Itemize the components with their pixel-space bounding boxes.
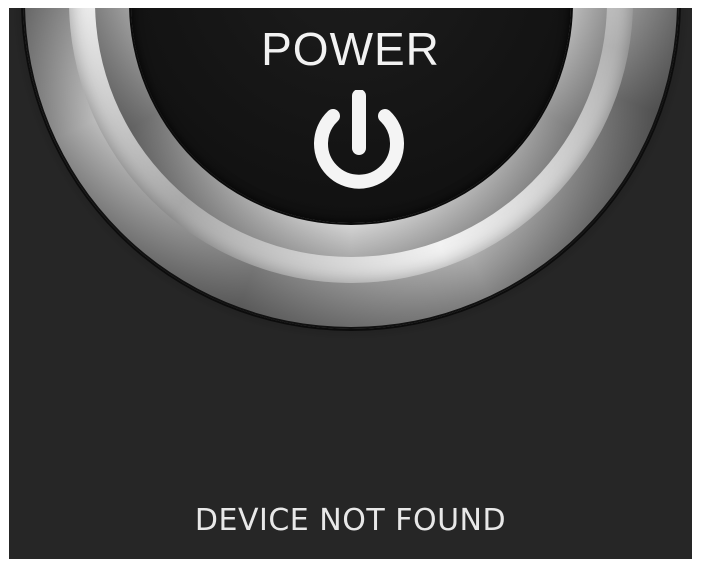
status-text: DEVICE NOT FOUND <box>194 503 507 538</box>
power-panel: POWER DEVICE NOT FOUND <box>9 8 692 559</box>
power-label: POWER <box>261 23 440 75</box>
power-icon <box>314 90 404 189</box>
